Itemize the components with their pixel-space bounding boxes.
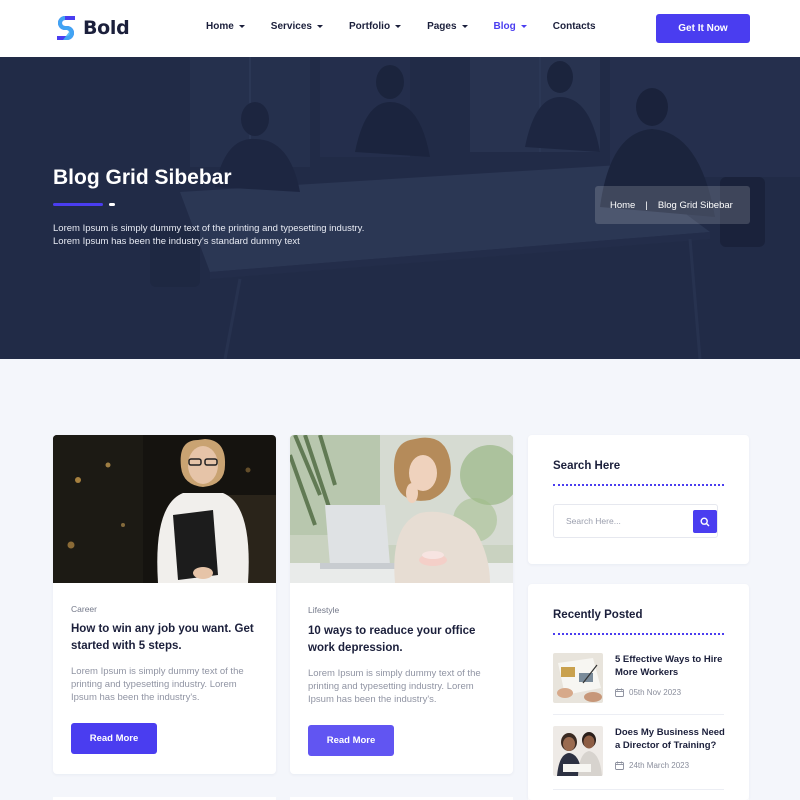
blog-post-image[interactable] [290, 435, 513, 583]
nav-label: Contacts [552, 21, 596, 32]
post-excerpt: Lorem Ipsum is simply dummy text of the … [308, 668, 481, 705]
site-header: Bold Home Services Portfolio Pages Blog … [0, 0, 800, 57]
logo-mark-icon [57, 16, 75, 40]
search-box [553, 504, 718, 538]
title-divider [553, 484, 724, 486]
nav-item-pages[interactable]: Pages [427, 21, 468, 32]
date-text: 24th March 2023 [629, 761, 690, 770]
hero-banner: Blog Grid Sibebar Lorem Ipsum is simply … [0, 57, 800, 359]
nav-label: Services [270, 21, 312, 32]
recent-post-title: Does My Business Need a Director of Trai… [615, 727, 725, 751]
recent-post-date: 05th Nov 2023 [615, 688, 681, 697]
read-more-button[interactable]: Read More [308, 725, 394, 756]
nav-label: Blog [493, 21, 516, 32]
title-underline [53, 203, 103, 206]
title-divider [553, 633, 724, 635]
nav-item-blog[interactable]: Blog [494, 21, 527, 32]
breadcrumb-separator: | [645, 199, 648, 211]
calendar-icon [615, 761, 624, 770]
caret-down-icon [461, 25, 468, 28]
caret-down-icon [316, 25, 323, 28]
nav-item-services[interactable]: Services [271, 21, 323, 32]
breadcrumb-home-link[interactable]: Home [610, 200, 635, 211]
recent-post-item[interactable]: 5 Effective Ways to Hire More Workers 05… [553, 653, 728, 705]
calendar-icon [615, 688, 624, 697]
logo-text: Bold [83, 17, 130, 39]
blog-card: Lifestyle 10 ways to readuce your office… [290, 435, 513, 774]
logo[interactable]: Bold [55, 14, 130, 42]
post-thumbnail [553, 653, 603, 703]
nav-label: Portfolio [348, 21, 391, 32]
caret-down-icon [238, 25, 245, 28]
list-divider [553, 714, 724, 715]
nav-item-portfolio[interactable]: Portfolio [348, 21, 402, 32]
nav-label: Home [206, 21, 234, 32]
post-title[interactable]: 10 ways to readuce your office work depr… [308, 623, 498, 657]
post-title[interactable]: How to win any job you want. Get started… [71, 621, 261, 655]
widget-title: Search Here [553, 460, 621, 472]
post-category[interactable]: Career [71, 604, 97, 614]
search-button[interactable] [693, 510, 717, 533]
hero-description-line: Lorem Ipsum is simply dummy text of the … [53, 223, 365, 234]
post-thumbnail [553, 726, 603, 776]
post-excerpt: Lorem Ipsum is simply dummy text of the … [71, 666, 244, 703]
main-nav: Home Services Portfolio Pages Blog Conta… [206, 21, 622, 32]
blog-card: Career How to win any job you want. Get … [53, 435, 276, 774]
search-input[interactable] [554, 505, 689, 537]
get-it-now-button[interactable]: Get It Now [656, 14, 750, 43]
post-category[interactable]: Lifestyle [308, 605, 339, 615]
nav-item-home[interactable]: Home [206, 21, 245, 32]
widget-title: Recently Posted [553, 609, 643, 621]
list-divider [553, 789, 724, 790]
blog-post-image[interactable] [53, 435, 276, 583]
hero-description-line: Lorem Ipsum has been the industry's stan… [53, 236, 300, 247]
read-more-button[interactable]: Read More [71, 723, 157, 754]
search-widget: Search Here [528, 435, 749, 564]
page-title: Blog Grid Sibebar [53, 166, 232, 189]
recent-post-date: 24th March 2023 [615, 761, 689, 770]
recent-post-title: 5 Effective Ways to Hire More Workers [615, 654, 723, 678]
recent-posts-widget: Recently Posted 5 Effective Ways to Hire… [528, 584, 749, 800]
breadcrumb: Home | Blog Grid Sibebar [595, 186, 750, 224]
breadcrumb-current: Blog Grid Sibebar [657, 199, 733, 211]
caret-down-icon [520, 25, 527, 28]
title-underline-dot [109, 203, 115, 206]
hero-description: Lorem Ipsum is simply dummy text of the … [53, 222, 393, 248]
nav-label: Pages [427, 21, 457, 32]
recent-post-item[interactable]: Does My Business Need a Director of Trai… [553, 726, 728, 778]
search-icon [700, 516, 710, 526]
nav-item-contacts[interactable]: Contacts [553, 21, 596, 32]
caret-down-icon [395, 25, 402, 28]
date-text: 05th Nov 2023 [629, 688, 682, 697]
